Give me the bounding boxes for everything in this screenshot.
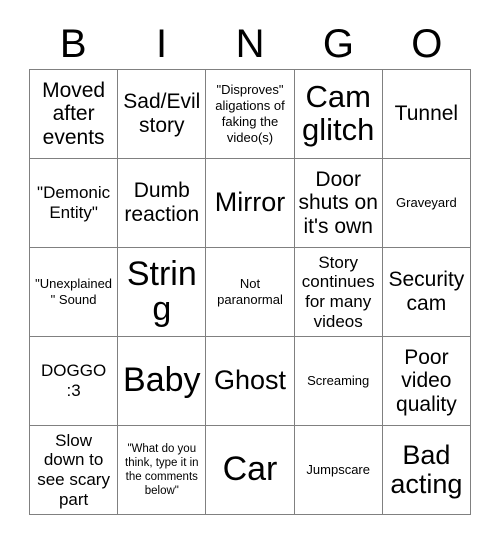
bingo-cell[interactable]: "Unexplained" Sound xyxy=(30,248,119,337)
bingo-cell[interactable]: Moved after events xyxy=(30,70,119,159)
bingo-cell-label: Bad acting xyxy=(390,439,463,499)
bingo-cell-label: Baby xyxy=(123,361,201,400)
bingo-cell[interactable]: String xyxy=(118,248,207,337)
bingo-header-letter-o: O xyxy=(411,21,443,66)
bingo-cell[interactable]: Dumb reaction xyxy=(118,159,207,248)
bingo-cell[interactable]: Slow down to see scary part xyxy=(30,426,119,515)
bingo-cell[interactable]: Mirror xyxy=(206,159,295,248)
bingo-cell-label: Security cam xyxy=(388,268,465,315)
bingo-cell-label: "Unexplained" Sound xyxy=(35,276,113,307)
bingo-cell[interactable]: "Demonic Entity" xyxy=(30,159,119,248)
bingo-header-letter-b: B xyxy=(59,21,87,66)
bingo-cell[interactable]: Story continues for many videos xyxy=(294,248,383,337)
bingo-cell[interactable]: Door shuts on it's own xyxy=(294,159,383,248)
bingo-card: B I N G O Moved after events Sad/Evil st… xyxy=(0,0,500,544)
bingo-header-letter-g: G xyxy=(322,21,354,66)
bingo-cell-label: DOGGO :3 xyxy=(41,361,107,400)
bingo-cell[interactable]: "Disproves" aligations of faking the vid… xyxy=(206,70,295,159)
bingo-cell-label: Sad/Evil story xyxy=(123,90,201,137)
bingo-cell-label: Jumpscare xyxy=(306,462,370,478)
bingo-cell-label: Moved after events xyxy=(42,78,106,149)
bingo-cell-label: Dumb reaction xyxy=(124,179,200,226)
bingo-cell-label: "What do you think, type it in the comme… xyxy=(125,442,199,498)
bingo-cell[interactable]: Cam glitch xyxy=(294,70,383,159)
bingo-cell-label: Not paranormal xyxy=(217,276,283,307)
bingo-cell-label: Slow down to see scary part xyxy=(37,430,110,509)
bingo-cell[interactable]: Sad/Evil story xyxy=(118,70,207,159)
bingo-header-letter-n: N xyxy=(235,21,265,66)
bingo-cell-label: "Demonic Entity" xyxy=(37,183,111,222)
bingo-cell-label: Poor video quality xyxy=(396,345,457,416)
bingo-cell[interactable]: Jumpscare xyxy=(294,426,383,515)
bingo-grid: Moved after events Sad/Evil story "Dispr… xyxy=(29,69,471,515)
bingo-cell[interactable]: Tunnel xyxy=(382,70,471,159)
bingo-cell-label: Cam glitch xyxy=(302,79,375,147)
bingo-cell-label: Mirror xyxy=(214,187,286,218)
bingo-cell[interactable]: "What do you think, type it in the comme… xyxy=(118,426,207,515)
bingo-cell[interactable]: Not paranormal xyxy=(206,248,295,337)
bingo-cell-label: String xyxy=(126,254,197,328)
bingo-cell[interactable]: Bad acting xyxy=(382,426,471,515)
bingo-cell[interactable]: Security cam xyxy=(382,248,471,337)
bingo-cell-label: Door shuts on it's own xyxy=(298,167,378,238)
bingo-cell[interactable]: DOGGO :3 xyxy=(30,337,119,426)
bingo-cell-label: Story continues for many videos xyxy=(301,252,375,331)
bingo-cell-label: Car xyxy=(222,450,278,489)
bingo-cell[interactable]: Screaming xyxy=(294,337,383,426)
bingo-cell[interactable]: Ghost xyxy=(206,337,295,426)
bingo-cell[interactable]: Poor video quality xyxy=(382,337,471,426)
bingo-cell-label: Graveyard xyxy=(396,195,457,211)
bingo-cell[interactable]: Baby xyxy=(118,337,207,426)
bingo-cell[interactable]: Graveyard xyxy=(382,159,471,248)
bingo-header-letter-i: I xyxy=(156,21,168,66)
bingo-cell-label: Screaming xyxy=(307,373,370,389)
bingo-cell-label: Tunnel xyxy=(394,102,459,126)
bingo-cell[interactable]: Car xyxy=(206,426,295,515)
bingo-header: B I N G O xyxy=(29,18,471,69)
bingo-cell-label: Ghost xyxy=(213,365,287,396)
bingo-cell-label: "Disproves" aligations of faking the vid… xyxy=(215,82,285,145)
